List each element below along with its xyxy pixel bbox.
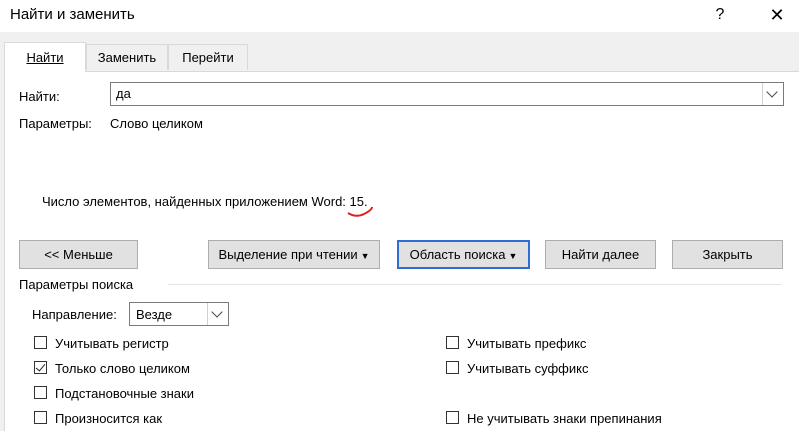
dialog-title: Найти и заменить <box>10 6 135 23</box>
direction-dropdown[interactable] <box>207 303 228 325</box>
ignore-punctuation-checkbox[interactable] <box>446 411 459 424</box>
tab-find[interactable]: Найти <box>4 42 86 72</box>
match-prefix-checkbox[interactable] <box>446 336 459 349</box>
tab-replace-label: Заменить <box>97 50 157 65</box>
find-label: Найти: <box>19 89 60 104</box>
sounds-like-checkbox[interactable] <box>34 411 47 424</box>
wildcards-label: Подстановочные знаки <box>55 386 194 401</box>
whole-word-label: Только слово целиком <box>55 361 190 376</box>
check-icon <box>35 361 46 372</box>
find-in-button[interactable]: Область поиска ▼ <box>397 240 530 269</box>
match-suffix-label: Учитывать суффикс <box>467 361 589 376</box>
chevron-down-icon <box>211 306 223 318</box>
direction-select[interactable]: Везде <box>129 302 229 326</box>
whole-word-checkbox[interactable] <box>34 361 47 374</box>
ignore-punctuation-label: Не учитывать знаки препинания <box>467 411 662 426</box>
close-button[interactable]: Закрыть <box>672 240 783 269</box>
direction-label: Направление: <box>32 307 117 322</box>
caret-down-icon: ▼ <box>508 251 518 261</box>
chevron-down-icon <box>766 86 778 98</box>
wildcards-checkbox[interactable] <box>34 386 47 399</box>
find-history-dropdown[interactable] <box>762 83 783 105</box>
help-button[interactable]: ? <box>709 4 731 26</box>
params-label: Параметры: <box>19 116 92 131</box>
tab-find-label: Найти <box>26 50 64 65</box>
find-input[interactable]: да <box>110 82 784 106</box>
reading-highlight-button[interactable]: Выделение при чтении ▼ <box>208 240 380 269</box>
close-icon[interactable]: ✕ <box>765 4 789 26</box>
direction-value: Везде <box>136 307 173 322</box>
match-case-label: Учитывать регистр <box>55 336 169 351</box>
less-button[interactable]: << Меньше <box>19 240 138 269</box>
find-input-value: да <box>116 86 131 101</box>
match-suffix-checkbox[interactable] <box>446 361 459 374</box>
annotation-squiggle <box>347 206 373 217</box>
caret-down-icon: ▼ <box>360 251 370 261</box>
find-next-button[interactable]: Найти далее <box>545 240 656 269</box>
group-divider <box>168 284 782 285</box>
reading-highlight-label: Выделение при чтении <box>218 247 358 262</box>
match-prefix-label: Учитывать префикс <box>467 336 587 351</box>
title-bar: Найти и заменить ? ✕ <box>0 0 799 32</box>
status-text: Число элементов, найденных приложением W… <box>42 194 368 209</box>
sounds-like-label: Произносится как <box>55 411 163 426</box>
match-case-checkbox[interactable] <box>34 336 47 349</box>
find-in-label: Область поиска <box>409 247 506 262</box>
tab-replace[interactable]: Заменить <box>86 44 168 70</box>
tab-goto[interactable]: Перейти <box>168 44 248 70</box>
tab-goto-label: Перейти <box>182 50 234 65</box>
params-value: Слово целиком <box>110 116 203 131</box>
search-options-label: Параметры поиска <box>19 277 134 292</box>
